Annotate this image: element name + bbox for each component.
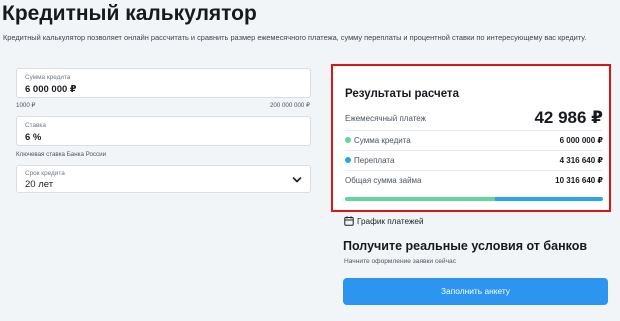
- calendar-icon: [344, 216, 354, 226]
- key-rate-link[interactable]: Ключевая ставка Банка России: [16, 151, 106, 158]
- term-value: 20 лет: [25, 179, 54, 190]
- amount-min-label: 1000 ₽: [16, 102, 36, 109]
- offers-subtitle: Начните оформление заявки сейчас: [344, 258, 456, 265]
- principal-dot-icon: [345, 137, 351, 143]
- fill-application-button[interactable]: Заполнить анкету: [343, 278, 608, 305]
- results-title: Результаты расчета: [345, 88, 459, 100]
- rate-field[interactable]: Ставка 6 %: [16, 116, 311, 146]
- divider: [345, 130, 603, 131]
- total-value: 10 316 640 ₽: [555, 176, 603, 185]
- divider: [345, 150, 603, 151]
- overpay-value: 4 316 640 ₽: [559, 156, 603, 165]
- principal-value: 6 000 000 ₽: [559, 136, 603, 145]
- principal-row-label: Сумма кредита: [345, 136, 411, 145]
- term-select[interactable]: Срок кредита 20 лет: [16, 165, 311, 193]
- divider: [345, 170, 603, 171]
- payment-schedule-label: График платежей: [357, 217, 424, 226]
- page-description: Кредитный калькулятор позволяет онлайн р…: [3, 33, 587, 42]
- amount-max-label: 200 000 000 ₽: [269, 102, 310, 109]
- payment-schedule-link[interactable]: График платежей: [344, 216, 424, 226]
- results-panel: Результаты расчета Ежемесячный платеж 42…: [331, 64, 611, 212]
- monthly-payment-value: 42 986 ₽: [534, 108, 603, 127]
- principal-share-fill: [345, 197, 496, 201]
- loan-structure-bar: [345, 197, 603, 201]
- chevron-down-icon: [292, 177, 302, 183]
- overpay-row-label: Переплата: [345, 156, 394, 165]
- term-label: Срок кредита: [25, 170, 65, 177]
- loan-amount-label: Сумма кредита: [25, 74, 71, 81]
- loan-amount-field[interactable]: Сумма кредита 6 000 000 ₽: [16, 68, 311, 98]
- rate-label: Ставка: [25, 122, 46, 129]
- monthly-payment-label: Ежемесячный платеж: [345, 114, 427, 123]
- page-title: Кредитный калькулятор: [2, 2, 257, 25]
- overpay-label: Переплата: [354, 156, 395, 165]
- loan-amount-value: 6 000 000 ₽: [25, 84, 77, 95]
- rate-value: 6 %: [25, 132, 42, 143]
- principal-label: Сумма кредита: [354, 136, 411, 145]
- offers-title: Получите реальные условия от банков: [343, 239, 588, 253]
- overpay-dot-icon: [345, 157, 351, 163]
- total-label: Общая сумма займа: [345, 176, 422, 185]
